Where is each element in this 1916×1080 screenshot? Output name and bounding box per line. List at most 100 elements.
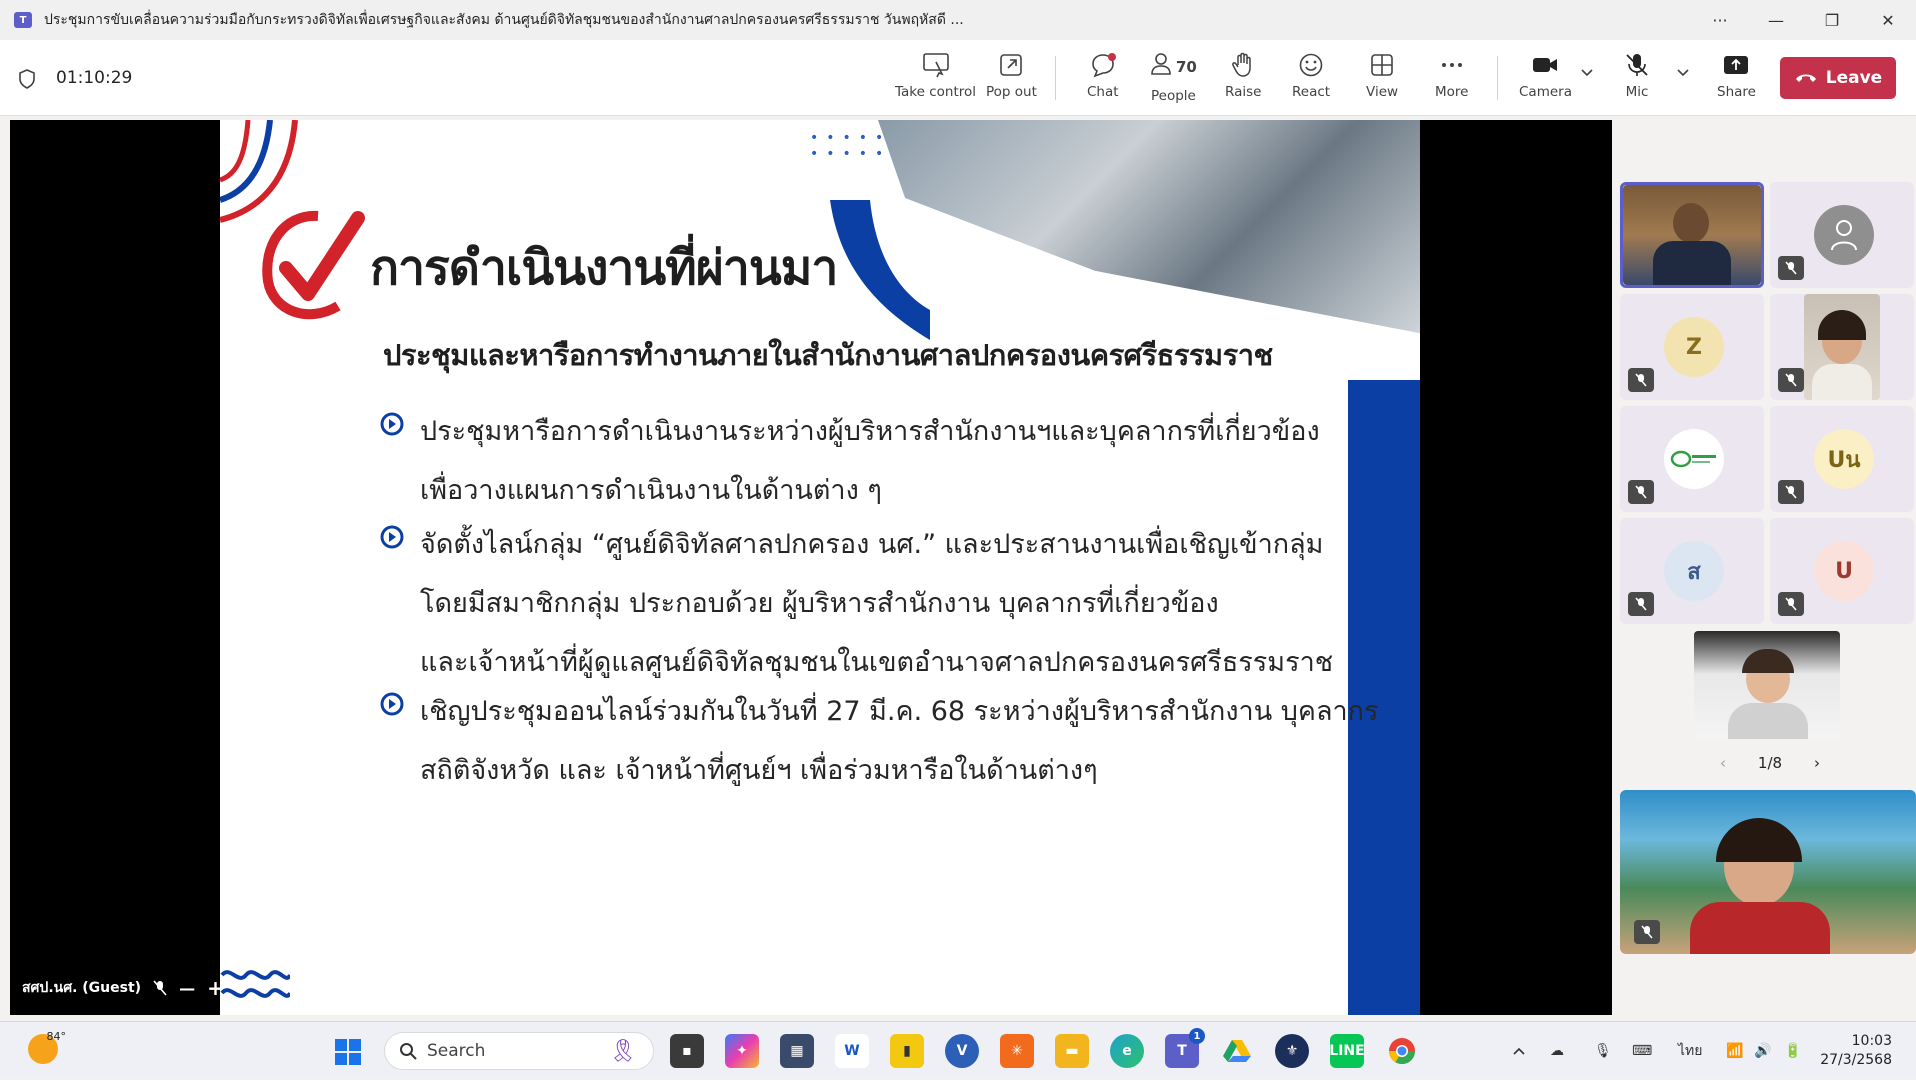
participant-tile[interactable] <box>1620 406 1764 512</box>
taskbar-app-government-portal[interactable]: ⚜ <box>1275 1034 1309 1068</box>
taskbar-app-edge[interactable]: e <box>1110 1034 1144 1068</box>
presenter-label: สศป.นศ. (Guest) — + <box>22 976 224 1000</box>
weather-widget[interactable]: 84° <box>28 1030 66 1064</box>
taskbar-app-google-drive[interactable] <box>1220 1034 1254 1068</box>
participant-tile[interactable]: ส <box>1620 518 1764 624</box>
participant-tile[interactable] <box>1770 294 1914 400</box>
camera-button[interactable]: Camera <box>1519 52 1572 108</box>
window-more-button[interactable]: ··· <box>1692 0 1748 40</box>
bullet-line: สถิติจังหวัด และ เจ้าหน้าที่ศูนย์ฯ เพื่อ… <box>420 755 1098 786</box>
pop-out-button[interactable]: Pop out <box>986 52 1037 108</box>
mic-off-icon <box>1778 256 1804 280</box>
chevron-right-icon[interactable]: › <box>1814 754 1820 772</box>
take-control-button[interactable]: Take control <box>895 52 976 108</box>
minimize-button[interactable]: — <box>1748 0 1804 40</box>
clock-date: 27/3/2568 <box>1820 1052 1892 1068</box>
taskbar-app-teams[interactable]: T 1 <box>1165 1028 1205 1068</box>
participant-tile[interactable]: Uน <box>1770 406 1914 512</box>
mic-label: Mic <box>1625 84 1649 100</box>
raise-hand-button[interactable]: Raise <box>1225 52 1261 108</box>
bullet-line: เชิญประชุมออนไลน์ร่วมกันในวันที่ 27 มี.ค… <box>420 696 1379 727</box>
microphone-icon[interactable]: 🎙 <box>1594 1022 1612 1080</box>
participant-tile[interactable] <box>1620 182 1764 288</box>
view-button[interactable]: View <box>1366 52 1398 108</box>
self-preview-video[interactable] <box>1694 631 1840 739</box>
clock-time: 10:03 <box>1851 1033 1892 1049</box>
view-label: View <box>1366 84 1399 100</box>
chevron-left-icon[interactable]: ‹ <box>1720 754 1726 772</box>
taskbar-search[interactable]: Search 🎗 <box>384 1032 654 1070</box>
taskbar-app-vpn[interactable]: V <box>945 1034 979 1068</box>
toolbar-separator <box>1497 56 1498 100</box>
people-button[interactable]: 70 People <box>1150 52 1197 108</box>
slide-bullet: จัดตั้งไลน์กลุ่ม “ศูนย์ดิจิทัลศาลปกครอง … <box>380 515 1333 692</box>
battery-icon[interactable]: 🔋 <box>1784 1022 1801 1080</box>
taskbar-app-xampp[interactable]: ✳ <box>1000 1034 1034 1068</box>
meeting-timer: 01:10:29 <box>56 68 133 88</box>
chevron-up-icon <box>1513 1047 1525 1055</box>
close-button[interactable]: ✕ <box>1860 0 1916 40</box>
volume-icon[interactable]: 🔊 <box>1754 1022 1771 1080</box>
taskbar-app-powerbi[interactable]: ▮ <box>890 1034 924 1068</box>
zoom-in-icon[interactable]: + <box>207 976 224 1000</box>
participant-tile[interactable] <box>1770 182 1914 288</box>
input-language[interactable]: ไทย <box>1678 1022 1702 1080</box>
teams-notification-badge: 1 <box>1189 1028 1205 1044</box>
mic-off-icon <box>1626 54 1648 76</box>
search-placeholder: Search <box>427 1041 486 1061</box>
chat-icon <box>1091 53 1116 78</box>
wifi-icon[interactable]: 📶 <box>1726 1022 1743 1080</box>
phone-hangup-icon <box>1795 74 1816 82</box>
chat-button[interactable]: Chat <box>1087 52 1119 108</box>
mic-options-chevron[interactable] <box>1676 68 1690 124</box>
window-title: ประชุมการขับเคลื่อนความร่วมมือกับกระทรวง… <box>44 12 964 28</box>
page-indicator: 1/8 <box>1757 754 1783 772</box>
more-button[interactable]: More <box>1435 52 1468 108</box>
presenter-name: สศป.นศ. (Guest) <box>22 980 142 996</box>
search-icon <box>400 1043 417 1060</box>
more-label: More <box>1435 84 1469 100</box>
checkmark-logo-icon <box>262 210 365 320</box>
bullet-line: โดยมีสมาชิกกลุ่ม ประกอบด้วย ผู้บริหารสำน… <box>420 588 1219 619</box>
start-button[interactable] <box>334 1038 362 1070</box>
keyboard-icon[interactable]: ⌨ <box>1632 1022 1652 1080</box>
pop-out-icon <box>1000 54 1023 76</box>
mic-off-icon <box>1628 480 1654 504</box>
chevron-down-icon <box>1677 69 1689 77</box>
react-button[interactable]: React <box>1292 52 1330 108</box>
zoom-out-icon[interactable]: — <box>179 979 195 998</box>
smile-icon <box>1299 53 1323 77</box>
taskbar-app-line[interactable]: LINE <box>1329 1034 1365 1068</box>
participant-tile[interactable]: Z <box>1620 294 1764 400</box>
take-control-label: Take control <box>895 84 977 100</box>
grid-view-icon <box>1371 54 1393 76</box>
onedrive-icon[interactable]: ☁ <box>1550 1022 1564 1080</box>
mic-button[interactable]: Mic <box>1624 52 1650 108</box>
participant-tile[interactable]: U <box>1770 518 1914 624</box>
mic-off-icon <box>1778 368 1804 392</box>
mic-off-icon <box>1778 592 1804 616</box>
taskbar-app-word[interactable]: W <box>835 1034 869 1068</box>
leave-button[interactable]: Leave <box>1780 57 1896 99</box>
taskbar-app-file-viewer[interactable]: ▪ <box>670 1034 704 1068</box>
taskbar-app-chrome[interactable] <box>1385 1034 1419 1068</box>
participant-avatar: ส <box>1664 541 1724 601</box>
shield-icon <box>16 68 38 90</box>
taskbar-app-file-explorer[interactable]: ▬ <box>1055 1034 1089 1068</box>
participant-avatar: Z <box>1664 317 1724 377</box>
participant-spotlight-video[interactable] <box>1620 790 1916 954</box>
more-dots-icon <box>1441 63 1462 67</box>
restore-button[interactable]: ❐ <box>1804 0 1860 40</box>
slide-bullet: ประชุมหารือการดำเนินงานระหว่างผู้บริหารส… <box>380 402 1320 520</box>
tray-overflow-chevron[interactable] <box>1512 1022 1526 1080</box>
taskbar-app-copilot[interactable]: ✦ <box>725 1034 759 1068</box>
taskbar-app-media[interactable]: ▦ <box>780 1034 814 1068</box>
people-label: People <box>1151 88 1196 104</box>
camera-options-chevron[interactable] <box>1580 68 1594 124</box>
taskbar-clock[interactable]: 10:03 27/3/2568 <box>1802 1032 1892 1070</box>
people-icon <box>1151 53 1171 75</box>
participant-avatar: U <box>1814 541 1874 601</box>
shared-screen-stage[interactable]: ••••••• ••••••• การดำเนินงานที่ผ่านมา ประ… <box>10 120 1612 1015</box>
presentation-slide: ••••••• ••••••• การดำเนินงานที่ผ่านมา ประ… <box>220 120 1420 1015</box>
share-button[interactable]: Share <box>1717 52 1756 108</box>
